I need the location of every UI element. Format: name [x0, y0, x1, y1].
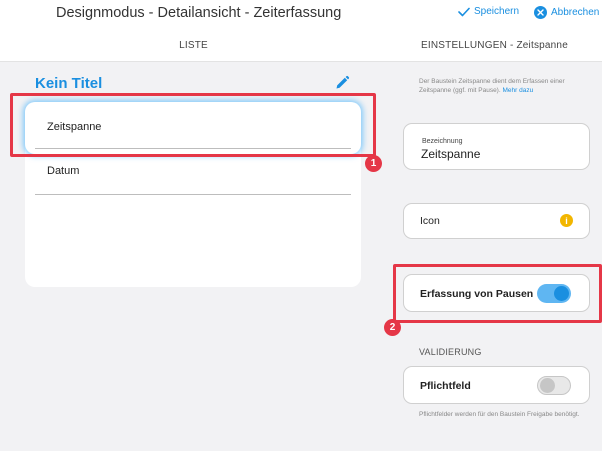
step-badge-1: 1: [365, 155, 382, 172]
form-title[interactable]: Kein Titel: [35, 75, 102, 92]
validierung-section-label: VALIDIERUNG: [419, 347, 482, 357]
highlight-box-1: [10, 93, 376, 157]
top-bar: Designmodus - Detailansicht - Zeiterfass…: [0, 0, 602, 30]
step-badge-2: 2: [384, 319, 401, 336]
cancel-button[interactable]: Abbrechen: [534, 6, 599, 19]
bezeichnung-field[interactable]: Bezeichnung Zeitspanne: [403, 123, 590, 170]
close-icon: [534, 6, 547, 19]
bezeichnung-label: Bezeichnung: [422, 138, 463, 145]
highlight-box-2: [393, 264, 602, 323]
field-row-datum[interactable]: Datum: [25, 160, 361, 200]
settings-header: EINSTELLUNGEN - Zeitspanne: [387, 30, 602, 62]
icon-setting[interactable]: Icon i: [403, 203, 590, 239]
toggle-knob: [540, 378, 555, 393]
cancel-label: Abbrechen: [551, 7, 600, 18]
info-icon[interactable]: i: [560, 214, 573, 227]
save-label: Speichern: [474, 6, 520, 17]
more-info-link[interactable]: Mehr dazu: [502, 87, 533, 94]
field-underline: [35, 194, 351, 195]
help-text: Der Baustein Zeitspanne dient dem Erfass…: [419, 77, 589, 95]
pflichtfeld-toggle[interactable]: [537, 376, 571, 395]
list-header: LISTE: [0, 30, 387, 62]
page-title: Designmodus - Detailansicht - Zeiterfass…: [56, 5, 342, 21]
pflichtfeld-setting: Pflichtfeld: [403, 366, 590, 404]
pencil-icon[interactable]: [334, 75, 350, 91]
icon-setting-label: Icon: [420, 215, 440, 227]
pflichtfeld-hint: Pflichtfelder werden für den Baustein Fr…: [419, 411, 580, 418]
help-description: Der Baustein Zeitspanne dient dem Erfass…: [419, 78, 565, 94]
pflichtfeld-label: Pflichtfeld: [420, 380, 471, 392]
checkmark-icon: [458, 7, 470, 16]
field-label: Datum: [47, 165, 80, 177]
bezeichnung-value[interactable]: Zeitspanne: [421, 147, 480, 161]
settings-panel: Der Baustein Zeitspanne dient dem Erfass…: [387, 62, 602, 451]
save-button[interactable]: Speichern: [458, 6, 519, 17]
